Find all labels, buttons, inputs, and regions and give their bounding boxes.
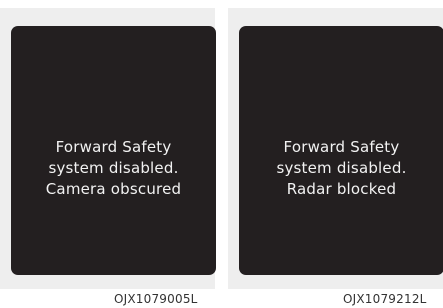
warning-message-camera: Forward Safety system disabled. Camera o… <box>46 137 182 200</box>
warning-line-3: Camera obscured <box>45 180 182 198</box>
warning-panel-camera: Forward Safety system disabled. Camera o… <box>0 8 216 289</box>
warning-message-radar: Forward Safety system disabled. Radar bl… <box>276 137 406 200</box>
warning-line-2: system disabled. <box>276 159 407 177</box>
warning-line-2: system disabled. <box>48 159 179 177</box>
warning-line-1: Forward Safety <box>283 138 400 156</box>
figure-code-radar: OJX1079212L <box>343 292 427 306</box>
warning-line-3: Radar blocked <box>286 180 397 198</box>
warning-line-1: Forward Safety <box>55 138 172 156</box>
cluster-display-radar: Forward Safety system disabled. Radar bl… <box>239 26 443 275</box>
figure-code-camera: OJX1079005L <box>114 292 198 306</box>
warning-panel-radar: Forward Safety system disabled. Radar bl… <box>228 8 443 289</box>
cluster-display-camera: Forward Safety system disabled. Camera o… <box>11 26 216 275</box>
